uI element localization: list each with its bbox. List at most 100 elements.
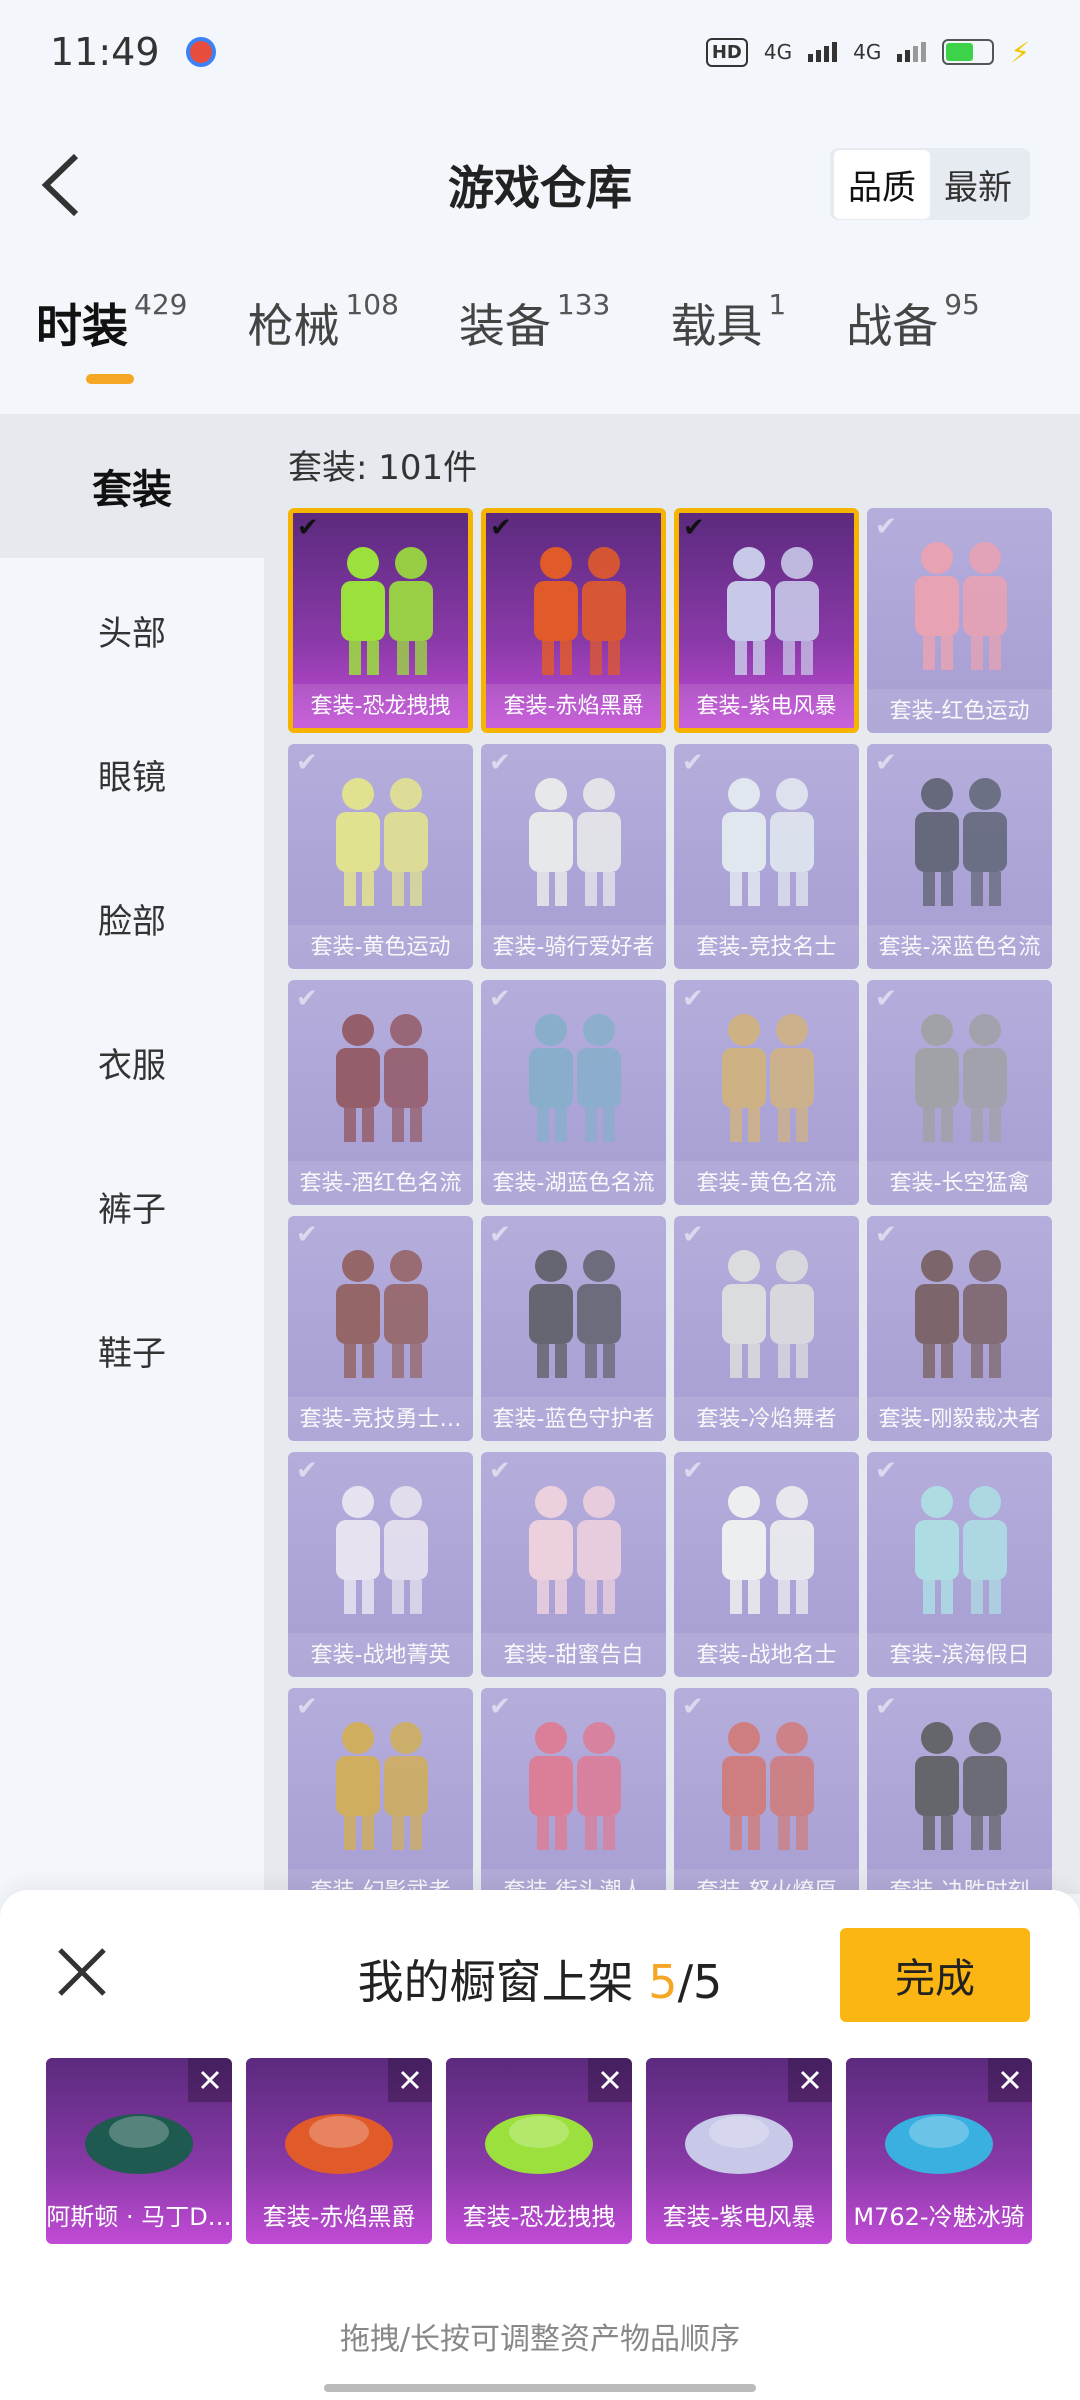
showcase-item-name: M762-冷魅冰骑 <box>853 2203 1025 2231</box>
item-list-panel: 套装: 101件 ✔ 套装-恐龙拽拽 ✔ 套装-赤焰黑爵 ✔ 套装-紫电风暴 ✔ 套装-红色运… <box>264 414 1080 1894</box>
close-icon <box>400 2070 420 2090</box>
tab-count: 95 <box>944 288 980 321</box>
remove-item-button[interactable] <box>388 2058 432 2102</box>
suit-name: 套装-竞技勇士… <box>299 1407 462 1432</box>
tab-count: 429 <box>134 288 188 321</box>
check-icon: ✔ <box>296 984 318 1014</box>
check-icon: ✔ <box>682 1456 704 1486</box>
showcase-item[interactable]: M762-冷魅冰骑 <box>846 2058 1032 2244</box>
suit-card[interactable]: ✔ 套装-赤焰黑爵 <box>481 508 666 733</box>
check-icon: ✔ <box>682 748 704 778</box>
check-icon: ✔ <box>297 513 319 543</box>
check-icon: ✔ <box>489 1692 511 1722</box>
remove-item-button[interactable] <box>988 2058 1032 2102</box>
hd-voice-icon: HD <box>705 37 748 67</box>
suit-card[interactable]: ✔ 套装-竞技名士 <box>674 744 859 969</box>
suit-card[interactable]: ✔ 套装-长空猛禽 <box>867 980 1052 1205</box>
suit-thumbnail <box>722 1250 814 1378</box>
suit-card[interactable]: ✔ 套装-幻影武者 <box>288 1688 473 1894</box>
showcase-item[interactable]: 套装-恐龙拽拽 <box>446 2058 632 2244</box>
tab-gear[interactable]: 战备 95 <box>846 288 980 390</box>
sort-quality-button[interactable]: 品质 <box>834 149 930 219</box>
remove-item-button[interactable] <box>788 2058 832 2102</box>
suit-thumbnail <box>336 1722 428 1850</box>
sidebar-item-clothes[interactable]: 衣服 <box>0 990 264 1134</box>
suit-card[interactable]: ✔ 套装-甜蜜告白 <box>481 1452 666 1677</box>
suit-card[interactable]: ✔ 套装-刚毅裁决者 <box>867 1216 1052 1441</box>
check-icon: ✔ <box>875 748 897 778</box>
suit-card[interactable]: ✔ 套装-恐龙拽拽 <box>288 508 473 733</box>
suit-card[interactable]: ✔ 套装-街头潮人 <box>481 1688 666 1894</box>
back-button[interactable] <box>30 145 90 225</box>
suit-card[interactable]: ✔ 套装-决胜时刻 <box>867 1688 1052 1894</box>
chevron-left-icon <box>41 153 79 217</box>
status-indicators: HD 4G 4G ⚡ <box>705 36 1030 69</box>
suit-thumbnail <box>529 1250 621 1378</box>
tab-label: 战备 <box>846 299 939 353</box>
suit-thumbnail <box>722 778 814 906</box>
suit-card[interactable]: ✔ 套装-滨海假日 <box>867 1452 1052 1677</box>
tab-vehicles[interactable]: 载具 1 <box>670 288 786 390</box>
close-icon <box>800 2070 820 2090</box>
showcase-item[interactable]: 套装-赤焰黑爵 <box>246 2058 432 2244</box>
suit-card[interactable]: ✔ 套装-黄色名流 <box>674 980 859 1205</box>
check-icon: ✔ <box>489 1456 511 1486</box>
check-icon: ✔ <box>875 1220 897 1250</box>
showcase-title-text: 我的橱窗上架 <box>357 1955 649 2009</box>
showcase-item-name: 套装-恐龙拽拽 <box>462 2203 616 2231</box>
tab-label: 枪械 <box>247 299 340 353</box>
category-tabs: 时装 429 枪械 108 装备 133 载具 1 战备 95 <box>0 288 1080 410</box>
suit-card[interactable]: ✔ 套装-紫电风暴 <box>674 508 859 733</box>
suit-thumbnail <box>915 1250 1007 1378</box>
suit-thumbnail <box>529 1486 621 1614</box>
suit-card[interactable]: ✔ 套装-红色运动 <box>867 508 1052 733</box>
home-indicator[interactable] <box>324 2384 756 2392</box>
sidebar-item-shoes[interactable]: 鞋子 <box>0 1278 264 1422</box>
suit-thumbnail <box>534 547 626 675</box>
tab-count: 108 <box>345 288 399 321</box>
suit-card[interactable]: ✔ 套装-黄色运动 <box>288 744 473 969</box>
close-icon <box>1000 2070 1020 2090</box>
showcase-item-name: 阿斯顿 · 马丁D… <box>46 2203 232 2231</box>
check-icon: ✔ <box>489 748 511 778</box>
suit-card[interactable]: ✔ 套装-酒红色名流 <box>288 980 473 1205</box>
suit-card[interactable]: ✔ 套装-战地名士 <box>674 1452 859 1677</box>
showcase-item[interactable]: 阿斯顿 · 马丁D… <box>46 2058 232 2244</box>
header: 游戏仓库 品质 最新 <box>0 130 1080 240</box>
tab-fashion[interactable]: 时装 429 <box>36 288 188 390</box>
suit-card[interactable]: ✔ 套装-冷焰舞者 <box>674 1216 859 1441</box>
tab-equipment[interactable]: 装备 133 <box>459 288 610 390</box>
suit-card[interactable]: ✔ 套装-战地菁英 <box>288 1452 473 1677</box>
tab-guns[interactable]: 枪械 108 <box>247 288 399 390</box>
check-icon: ✔ <box>875 1456 897 1486</box>
sidebar-item-pants[interactable]: 裤子 <box>0 1134 264 1278</box>
suit-name: 套装-长空猛禽 <box>889 1171 1030 1196</box>
signal-icon <box>808 42 838 62</box>
sort-newest-button[interactable]: 最新 <box>930 150 1026 219</box>
showcase-current-count: 5 <box>648 1955 678 2009</box>
showcase-thumbnail <box>285 2114 393 2174</box>
check-icon: ✔ <box>683 513 705 543</box>
suit-thumbnail <box>341 547 433 675</box>
suit-card[interactable]: ✔ 套装-竞技勇士… <box>288 1216 473 1441</box>
suit-card[interactable]: ✔ 套装-深蓝色名流 <box>867 744 1052 969</box>
suit-thumbnail <box>336 778 428 906</box>
showcase-item[interactable]: 套装-紫电风暴 <box>646 2058 832 2244</box>
remove-item-button[interactable] <box>588 2058 632 2102</box>
suit-thumbnail <box>336 1250 428 1378</box>
sidebar-item-face[interactable]: 脸部 <box>0 846 264 990</box>
network-type-2: 4G <box>853 40 882 64</box>
item-count-label: 套装: 101件 <box>288 448 478 488</box>
remove-item-button[interactable] <box>188 2058 232 2102</box>
suit-card[interactable]: ✔ 套装-骑行爱好者 <box>481 744 666 969</box>
sidebar-item-head[interactable]: 头部 <box>0 558 264 702</box>
sidebar-item-suit[interactable]: 套装 <box>0 414 264 558</box>
done-button[interactable]: 完成 <box>840 1928 1030 2022</box>
suit-card[interactable]: ✔ 套装-怒火燎原 <box>674 1688 859 1894</box>
sidebar-item-glasses[interactable]: 眼镜 <box>0 702 264 846</box>
suit-name: 套装-深蓝色名流 <box>878 935 1041 960</box>
suit-name: 套装-竞技名士 <box>696 935 837 960</box>
suit-card[interactable]: ✔ 套装-湖蓝色名流 <box>481 980 666 1205</box>
suit-card[interactable]: ✔ 套装-蓝色守护者 <box>481 1216 666 1441</box>
tab-label: 载具 <box>670 299 763 353</box>
